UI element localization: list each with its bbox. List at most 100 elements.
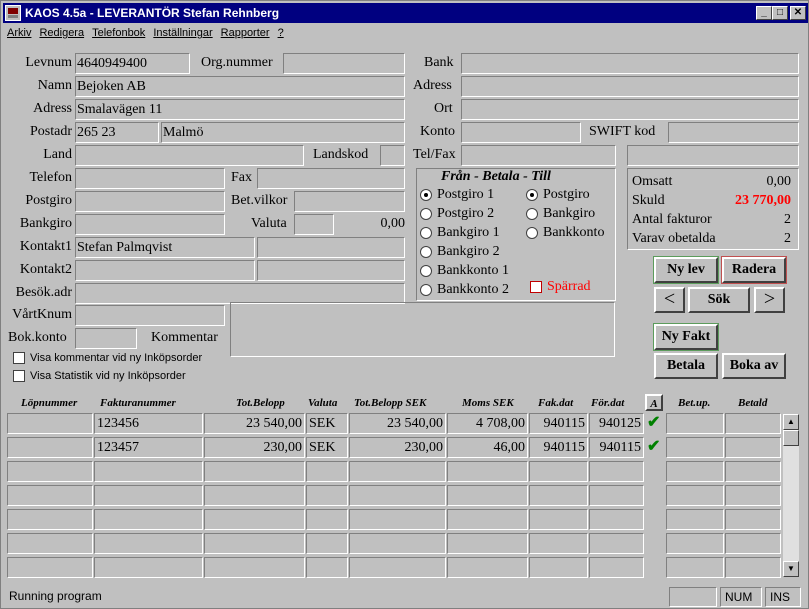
table-cell[interactable] [306,533,348,554]
checkbox-box[interactable] [530,281,542,293]
bokkonto-field[interactable] [75,328,137,349]
kontakt2-extra-field[interactable] [257,260,405,281]
table-cell[interactable] [306,461,348,482]
scroll-thumb[interactable] [783,430,799,446]
table-cell[interactable] [204,509,305,530]
to-postgiro-radio[interactable]: Postgiro [526,186,590,204]
table-cell[interactable] [7,509,93,530]
col-valuta[interactable]: Valuta [308,395,337,411]
col-lopnummer[interactable]: Löpnummer [21,395,77,411]
kontakt1-field[interactable]: Stefan Palmqvist [75,237,255,258]
bank-ort-field[interactable] [461,99,799,120]
radio-circle[interactable] [526,189,538,201]
table-cell[interactable] [666,413,724,434]
to-bankgiro-radio[interactable]: Bankgiro [526,205,595,223]
table-cell[interactable]: 940125 [589,413,644,434]
table-cell[interactable] [589,533,644,554]
kontakt2-field[interactable] [75,260,255,281]
table-cell[interactable] [666,533,724,554]
col-fakdat[interactable]: Fak.dat [538,395,573,411]
bank-field[interactable] [461,53,799,74]
col-fakturanummer[interactable]: Fakturanummer [100,395,176,411]
minimize-button[interactable]: _ [756,6,772,20]
bank-fax-field[interactable] [627,145,799,166]
telefon-field[interactable] [75,168,225,189]
betvilkor-field[interactable] [294,191,405,212]
table-cell[interactable]: 123456 [94,413,203,434]
orgnr-field[interactable] [283,53,405,74]
table-cell[interactable] [7,437,93,458]
table-cell[interactable]: 940115 [529,437,588,458]
from-postgiro2-radio[interactable]: Postgiro 2 [420,205,494,223]
from-bankgiro2-radio[interactable]: Bankgiro 2 [420,243,500,261]
col-totbelopp-sek[interactable]: Tot.Belopp SEK [354,395,426,411]
ort-field[interactable]: Malmö [161,122,405,143]
vartknum-field[interactable] [75,305,225,326]
table-cell[interactable] [529,533,588,554]
table-cell[interactable] [204,533,305,554]
table-cell[interactable]: SEK [306,437,348,458]
from-postgiro1-radio[interactable]: Postgiro 1 [420,186,494,204]
app-icon[interactable] [5,5,21,21]
table-cell[interactable] [725,437,781,458]
table-cell[interactable] [447,461,528,482]
sparrad-checkbox[interactable]: Spärrad [530,279,591,295]
close-button[interactable]: ✕ [790,6,806,20]
table-cell[interactable] [589,557,644,578]
col-totbelopp[interactable]: Tot.Belopp [236,395,285,411]
boka-av-button[interactable]: Boka av [722,353,786,379]
ny-lev-button[interactable]: Ny lev [653,256,719,284]
menu-telefonbok[interactable]: Telefonbok [88,24,149,42]
table-cell[interactable] [447,533,528,554]
namn-field[interactable]: Bejoken AB [75,76,405,97]
radio-circle[interactable] [526,208,538,220]
kommentar-field[interactable] [230,302,615,357]
table-cell[interactable] [589,485,644,506]
table-cell[interactable] [725,533,781,554]
postgiro-field[interactable] [75,191,225,212]
radera-button[interactable]: Radera [721,256,787,284]
col-moms-sek[interactable]: Moms SEK [462,395,514,411]
menu-redigera[interactable]: Redigera [35,24,88,42]
bankgiro-field[interactable] [75,214,225,235]
table-cell[interactable]: 4 708,00 [447,413,528,434]
fax-field[interactable] [257,168,405,189]
menu-arkiv[interactable]: Arkiv [3,24,35,42]
scroll-down-icon[interactable]: ▼ [783,561,799,577]
table-cell[interactable] [529,485,588,506]
table-cell[interactable]: 46,00 [447,437,528,458]
levnum-field[interactable]: 4640949400 [75,53,190,74]
col-a-button[interactable]: A [645,394,663,411]
menu-installningar[interactable]: Inställningar [149,24,216,42]
from-bankkonto1-radio[interactable]: Bankkonto 1 [420,262,509,280]
table-scrollbar[interactable]: ▲ ▼ [783,414,799,577]
table-cell[interactable]: 123457 [94,437,203,458]
swift-field[interactable] [668,122,799,143]
from-bankkonto2-radio[interactable]: Bankkonto 2 [420,281,509,299]
scroll-up-icon[interactable]: ▲ [783,414,799,430]
table-cell[interactable] [529,557,588,578]
table-cell[interactable] [306,485,348,506]
table-cell[interactable] [306,509,348,530]
table-cell[interactable] [725,557,781,578]
landskod-field[interactable] [380,145,405,166]
table-cell[interactable] [447,557,528,578]
radio-circle[interactable] [420,208,432,220]
bank-tel-field[interactable] [461,145,616,166]
besok-field[interactable] [75,283,405,304]
table-cell[interactable] [666,509,724,530]
table-cell[interactable] [725,413,781,434]
table-cell[interactable] [447,509,528,530]
checkbox-box[interactable] [13,370,25,382]
table-cell[interactable] [589,509,644,530]
table-cell[interactable]: 940115 [589,437,644,458]
table-cell[interactable] [204,485,305,506]
table-cell[interactable] [7,557,93,578]
table-cell[interactable] [7,413,93,434]
table-cell[interactable]: 230,00 [349,437,446,458]
col-fordat[interactable]: För.dat [591,395,624,411]
menu-help[interactable]: ? [274,24,288,42]
prev-button[interactable]: < [654,287,685,313]
postnr-field[interactable]: 265 23 [75,122,159,143]
table-cell[interactable] [7,533,93,554]
